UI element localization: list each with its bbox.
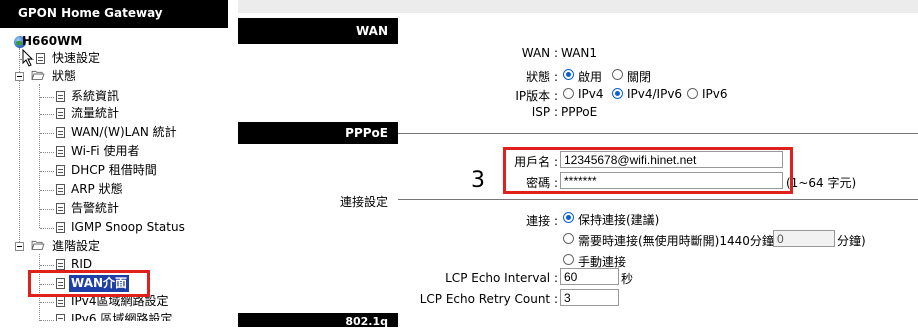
document-icon [56, 108, 65, 119]
navigation-tree-panel: GPON Home Gateway H660WM 快速設定 狀態 系統資訊 流量… [0, 0, 228, 321]
tree-item-system-info[interactable]: 系統資訊 [71, 88, 119, 105]
wan-value: WAN1 [561, 46, 598, 60]
tree-item-advanced[interactable]: 進階設定 [52, 238, 100, 255]
tree-item-dhcp-lease[interactable]: DHCP 租借時間 [71, 162, 157, 179]
document-icon [56, 91, 65, 102]
folder-open-icon [31, 240, 45, 250]
document-icon [56, 222, 65, 233]
tree-item-igmp-snoop[interactable]: IGMP Snoop Status [71, 219, 185, 236]
isp-label: ISP : [531, 105, 558, 119]
menu-tree: H660WM 快速設定 狀態 系統資訊 流量統計 WAN/(W)LAN 統計 W… [0, 0, 228, 321]
status-enable-radio[interactable] [563, 69, 574, 80]
manual-radio[interactable] [563, 254, 574, 265]
tree-item-traffic-stats[interactable]: 流量統計 [71, 105, 119, 122]
collapse-icon[interactable] [15, 72, 24, 81]
ipv6-label: IPv6 [702, 87, 728, 101]
tree-item-ipv6-lan[interactable]: IPv6 區域網路設定 [71, 311, 172, 321]
isp-value: PPPoE [561, 105, 598, 119]
lcp-retry-label: LCP Echo Retry Count : [419, 292, 558, 306]
step-number-annotation: 3 [471, 168, 485, 193]
on-demand-radio[interactable] [563, 233, 574, 244]
status-disable-radio[interactable] [612, 69, 623, 80]
ipv4-ipv6-radio[interactable] [612, 88, 623, 99]
section-header-8021q: 802.1q [238, 313, 398, 328]
on-demand-label: 需要時連接(無使用時斷開)1440分鐘 [578, 234, 774, 248]
idle-minutes-input[interactable] [773, 230, 835, 247]
idle-minutes-unit: 分鐘) [837, 234, 866, 248]
section-header-wan: WAN [238, 18, 398, 44]
highlight-box [28, 270, 150, 297]
folder-open-icon [31, 70, 45, 80]
mouse-cursor-icon [22, 49, 34, 67]
tree-item-status[interactable]: 狀態 [52, 68, 76, 85]
tree-item-quick-setup[interactable]: 快速設定 [52, 50, 100, 67]
keep-alive-label: 保持連接(建議) [578, 213, 660, 227]
document-icon [56, 203, 65, 214]
tree-item-alarm-stats[interactable]: 告警統計 [71, 200, 119, 217]
tree-item-arp-status[interactable]: ARP 狀態 [71, 181, 123, 198]
document-icon [56, 259, 65, 270]
lcp-retry-input[interactable] [560, 289, 619, 306]
tree-item-wifi-users[interactable]: Wi-Fi 使用者 [71, 143, 139, 160]
ipv6-radio[interactable] [687, 88, 698, 99]
lcp-interval-label: LCP Echo Interval : [445, 271, 558, 285]
ipv4-label: IPv4 [578, 87, 604, 101]
lcp-interval-unit: 秒 [621, 272, 634, 286]
document-icon [56, 314, 65, 321]
wan-label: WAN : [521, 46, 558, 60]
password-hint: (1~64 字元) [786, 176, 857, 190]
connect-settings-label: 連接設定 [339, 195, 388, 209]
document-icon [56, 184, 65, 195]
document-icon [56, 165, 65, 176]
document-icon [56, 296, 65, 307]
document-icon [56, 146, 65, 157]
tree-item-wan-lan-stats[interactable]: WAN/(W)LAN 統計 [71, 124, 177, 141]
status-label: 狀態 : [526, 70, 558, 84]
credentials-highlight-box [503, 147, 793, 194]
ip-version-label: IP版本 : [515, 89, 558, 103]
status-disable-label: 關閉 [627, 70, 652, 84]
ipv4-radio[interactable] [563, 88, 574, 99]
connect-mode-label: 連接 : [526, 214, 558, 228]
document-icon [56, 127, 65, 138]
section-header-pppoe: PPPoE [238, 122, 398, 144]
keep-alive-radio[interactable] [563, 212, 574, 223]
ipv4-ipv6-label: IPv4/IPv6 [627, 87, 683, 101]
lcp-interval-input[interactable] [560, 268, 619, 285]
status-enable-label: 啟用 [578, 70, 603, 84]
tree-root-label[interactable]: H660WM [22, 33, 82, 50]
document-icon [36, 53, 45, 64]
collapse-icon[interactable] [15, 242, 24, 251]
